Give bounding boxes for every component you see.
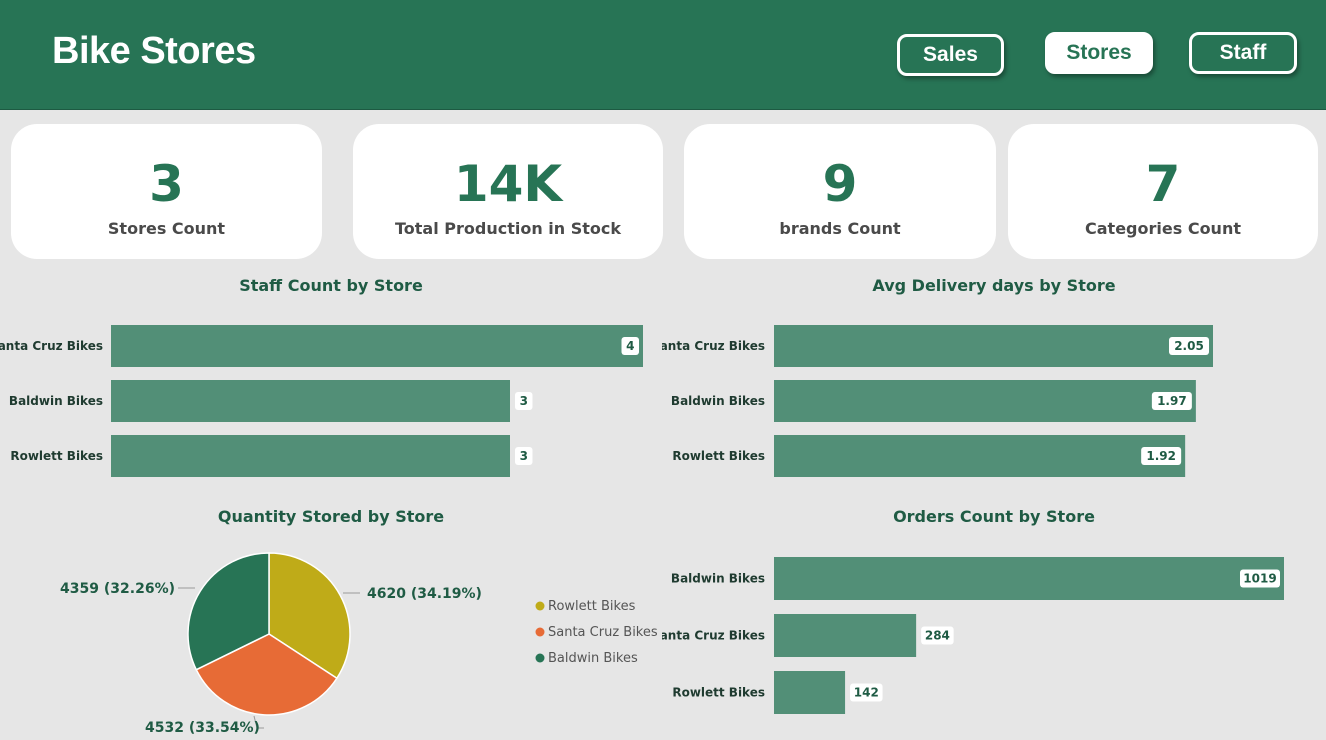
bar-rowlett-bikes[interactable] bbox=[111, 435, 510, 477]
orders-chart-title: Orders Count by Store bbox=[893, 507, 1095, 526]
data-label-rowlett-bikes: 3 bbox=[520, 449, 528, 463]
bar-baldwin-bikes[interactable] bbox=[774, 557, 1284, 600]
data-label-santa-cruz-bikes: 284 bbox=[925, 629, 950, 643]
legend-label-rowlett-bikes[interactable]: Rowlett Bikes bbox=[548, 599, 636, 614]
bar-baldwin-bikes[interactable] bbox=[111, 380, 510, 422]
bar-santa-cruz-bikes[interactable] bbox=[774, 325, 1213, 367]
kpi-label: Total Production in Stock bbox=[394, 219, 622, 238]
delivery-days-bar-chart: Santa Cruz Bikes 2.05 Baldwin Bikes 1.97 Row… bbox=[662, 325, 1213, 477]
header-bar: Bike Stores Sales Stores Staff bbox=[0, 0, 1326, 110]
quantity-pie-chart: 4620 (34.19%) 4532 (33.54%) 4359 (32.26%) R… bbox=[60, 552, 658, 736]
category-label-rowlett-bikes: Rowlett Bikes bbox=[10, 449, 103, 463]
legend-marker-rowlett-bikes bbox=[535, 601, 545, 611]
kpi-card-categories-count: 7 Categories Count bbox=[1008, 124, 1318, 259]
category-label-rowlett-bikes: Rowlett Bikes bbox=[672, 686, 765, 700]
legend-marker-santa-cruz-bikes bbox=[535, 627, 545, 637]
category-label-baldwin-bikes: Baldwin Bikes bbox=[9, 394, 103, 408]
legend-label-baldwin-bikes[interactable]: Baldwin Bikes bbox=[548, 651, 638, 666]
data-label-santa-cruz-bikes: 4 bbox=[626, 339, 634, 353]
legend-marker-baldwin-bikes bbox=[535, 653, 545, 663]
data-label-rowlett-bikes: 1.92 bbox=[1146, 449, 1176, 463]
data-label-santa-cruz-bikes: 2.05 bbox=[1174, 339, 1204, 353]
category-label-rowlett-bikes: Rowlett Bikes bbox=[672, 449, 765, 463]
legend-label-santa-cruz-bikes[interactable]: Santa Cruz Bikes bbox=[548, 625, 658, 640]
bar-baldwin-bikes[interactable] bbox=[774, 380, 1196, 422]
kpi-card-brands-count: 9 brands Count bbox=[684, 124, 996, 259]
category-label-santa-cruz-bikes: Santa Cruz Bikes bbox=[662, 339, 765, 353]
kpi-card-stores-count: 3 Stores Count bbox=[11, 124, 322, 259]
kpi-label: brands Count bbox=[779, 219, 901, 238]
delivery-chart-title: Avg Delivery days by Store bbox=[872, 276, 1116, 295]
stores-nav-button[interactable]: Stores bbox=[1045, 32, 1153, 74]
orders-count-bar-chart: Baldwin Bikes 1019 Santa Cruz Bikes 284 Rowl… bbox=[662, 557, 1284, 714]
category-label-baldwin-bikes: Baldwin Bikes bbox=[671, 394, 765, 408]
kpi-value: 14K bbox=[453, 155, 563, 213]
kpi-value: 9 bbox=[822, 155, 858, 213]
data-label-baldwin-bikes: 1019 bbox=[1243, 572, 1276, 586]
sales-nav-button[interactable]: Sales bbox=[897, 34, 1004, 76]
bar-santa-cruz-bikes[interactable] bbox=[774, 614, 917, 657]
staff-chart-title: Staff Count by Store bbox=[239, 276, 423, 295]
quantity-chart-title: Quantity Stored by Store bbox=[217, 507, 445, 526]
pie-label-santa-cruz-bikes: 4532 (33.54%) bbox=[145, 720, 260, 736]
kpi-label: Stores Count bbox=[107, 219, 226, 238]
kpi-value: 3 bbox=[149, 155, 184, 213]
data-label-baldwin-bikes: 3 bbox=[520, 394, 528, 408]
staff-count-bar-chart: Santa Cruz Bikes 4 Baldwin Bikes 3 Rowlett B… bbox=[0, 325, 643, 477]
category-label-baldwin-bikes: Baldwin Bikes bbox=[671, 572, 765, 586]
pie-label-baldwin-bikes: 4359 (32.26%) bbox=[60, 581, 175, 597]
bar-santa-cruz-bikes[interactable] bbox=[111, 325, 643, 367]
bar-rowlett-bikes[interactable] bbox=[774, 435, 1186, 477]
data-label-baldwin-bikes: 1.97 bbox=[1157, 394, 1187, 408]
bar-rowlett-bikes[interactable] bbox=[774, 671, 846, 714]
category-label-santa-cruz-bikes: Santa Cruz Bikes bbox=[0, 339, 103, 353]
category-label-santa-cruz-bikes: Santa Cruz Bikes bbox=[662, 629, 765, 643]
staff-nav-button[interactable]: Staff bbox=[1189, 32, 1297, 74]
data-label-rowlett-bikes: 142 bbox=[854, 686, 879, 700]
app-title: Bike Stores bbox=[52, 30, 256, 72]
kpi-label: Categories Count bbox=[1085, 219, 1241, 238]
kpi-card-total-production: 14K Total Production in Stock bbox=[353, 124, 663, 259]
pie-label-rowlett-bikes: 4620 (34.19%) bbox=[367, 586, 482, 602]
kpi-value: 7 bbox=[1145, 155, 1181, 213]
